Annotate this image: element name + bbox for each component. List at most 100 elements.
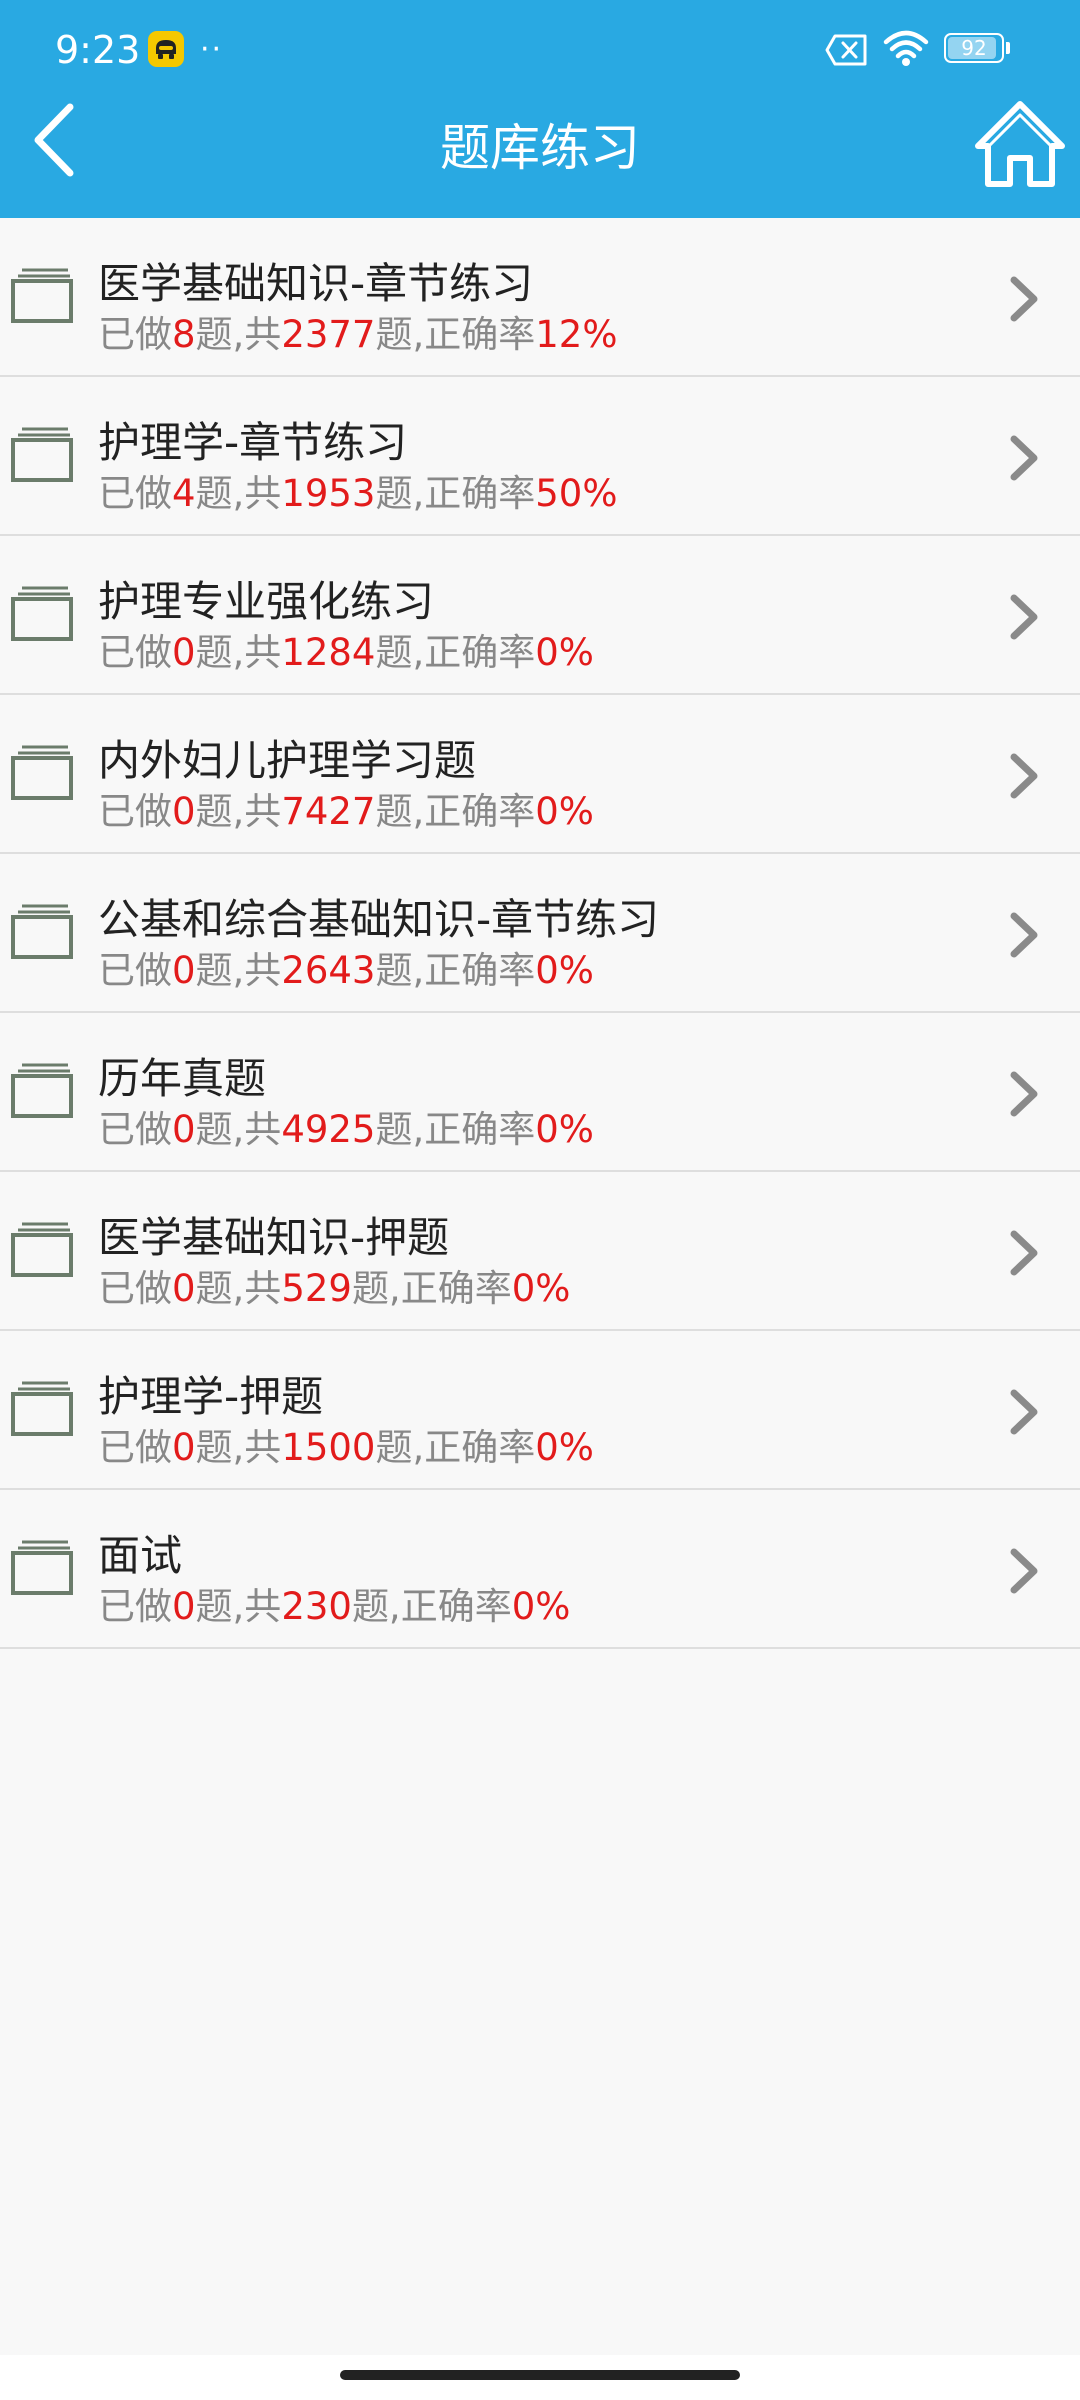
list-item[interactable]: 护理学-押题 已做0题,共1500题,正确率0% [0, 1331, 1080, 1490]
accuracy-rate: 0% [535, 631, 594, 674]
total-suffix: 题,正确率 [375, 313, 536, 356]
item-stats: 已做0题,共230题,正确率0% [98, 1582, 570, 1632]
battery-level: 92 [961, 36, 987, 60]
done-prefix: 已做 [98, 1108, 172, 1151]
folder-icon [10, 266, 74, 328]
item-stats: 已做0题,共2643题,正确率0% [98, 946, 594, 996]
total-count: 7427 [281, 790, 376, 833]
sim-x-icon [825, 34, 867, 66]
item-title: 医学基础知识-章节练习 [98, 259, 534, 308]
done-count: 4 [172, 472, 196, 515]
item-stats: 已做0题,共1284题,正确率0% [98, 628, 594, 678]
list-item[interactable]: 医学基础知识-章节练习 已做8题,共2377题,正确率12% [0, 218, 1080, 377]
done-prefix: 已做 [98, 1267, 172, 1310]
item-title: 护理学-押题 [98, 1372, 324, 1421]
accuracy-rate: 0% [511, 1267, 571, 1310]
list-item[interactable]: 护理专业强化练习 已做0题,共1284题,正确率0% [0, 536, 1080, 695]
item-title: 公基和综合基础知识-章节练习 [98, 895, 660, 944]
chevron-right-icon [1004, 751, 1044, 805]
done-count: 0 [172, 1426, 196, 1469]
accuracy-rate: 0% [511, 1585, 571, 1628]
chevron-right-icon [1004, 592, 1044, 646]
total-count: 2643 [281, 949, 376, 992]
done-prefix: 已做 [98, 631, 172, 674]
done-suffix: 题,共 [195, 1267, 282, 1310]
accuracy-rate: 12% [535, 313, 618, 356]
total-count: 4925 [281, 1108, 376, 1151]
chevron-right-icon [1004, 1546, 1044, 1600]
home-button[interactable] [970, 96, 1070, 196]
total-suffix: 题,正确率 [375, 631, 536, 674]
done-prefix: 已做 [98, 1585, 172, 1628]
list-item[interactable]: 内外妇儿护理学习题 已做0题,共7427题,正确率0% [0, 695, 1080, 854]
chevron-right-icon [1004, 433, 1044, 487]
status-bar: 9:23 ·· 92 [0, 0, 1080, 100]
total-count: 1284 [281, 631, 376, 674]
total-suffix: 题,正确率 [351, 1267, 512, 1310]
done-suffix: 题,共 [195, 313, 282, 356]
chevron-right-icon [1004, 274, 1044, 328]
folder-icon [10, 1220, 74, 1282]
wifi-icon [883, 30, 929, 66]
total-count: 1953 [281, 472, 376, 515]
done-count: 0 [172, 949, 196, 992]
list-item[interactable]: 面试 已做0题,共230题,正确率0% [0, 1490, 1080, 1649]
done-count: 0 [172, 790, 196, 833]
home-indicator[interactable] [340, 2370, 740, 2380]
done-count: 0 [172, 631, 196, 674]
done-prefix: 已做 [98, 472, 172, 515]
done-suffix: 题,共 [195, 1108, 282, 1151]
total-suffix: 题,正确率 [375, 790, 536, 833]
list-item[interactable]: 医学基础知识-押题 已做0题,共529题,正确率0% [0, 1172, 1080, 1331]
folder-icon [10, 584, 74, 646]
chevron-right-icon [1004, 1387, 1044, 1441]
total-count: 230 [281, 1585, 352, 1628]
status-dots: ·· [200, 32, 224, 67]
accuracy-rate: 0% [535, 1426, 594, 1469]
item-title: 历年真题 [98, 1054, 267, 1103]
done-prefix: 已做 [98, 790, 172, 833]
folder-icon [10, 425, 74, 487]
battery-icon: 92 [944, 33, 1010, 63]
item-title: 护理学-章节练习 [98, 418, 408, 467]
app-header: 9:23 ·· 92 题库练习 [0, 0, 1080, 218]
total-suffix: 题,正确率 [375, 472, 536, 515]
done-suffix: 题,共 [195, 472, 282, 515]
list-item[interactable]: 护理学-章节练习 已做4题,共1953题,正确率50% [0, 377, 1080, 536]
accuracy-rate: 50% [535, 472, 618, 515]
chevron-right-icon [1004, 910, 1044, 964]
done-suffix: 题,共 [195, 1426, 282, 1469]
total-suffix: 题,正确率 [351, 1585, 512, 1628]
item-stats: 已做0题,共7427题,正确率0% [98, 787, 594, 837]
total-count: 2377 [281, 313, 376, 356]
question-bank-list: 医学基础知识-章节练习 已做8题,共2377题,正确率12% 护理学-章节练习 已做4… [0, 218, 1080, 1649]
page-title: 题库练习 [440, 119, 640, 177]
done-prefix: 已做 [98, 1426, 172, 1469]
done-suffix: 题,共 [195, 790, 282, 833]
app-notification-icon [148, 31, 184, 67]
done-suffix: 题,共 [195, 631, 282, 674]
done-count: 0 [172, 1585, 196, 1628]
item-title: 护理专业强化练习 [98, 577, 435, 626]
done-prefix: 已做 [98, 313, 172, 356]
done-count: 0 [172, 1108, 196, 1151]
done-suffix: 题,共 [195, 949, 282, 992]
item-title: 面试 [98, 1531, 183, 1580]
item-stats: 已做8题,共2377题,正确率12% [98, 310, 618, 360]
list-item[interactable]: 历年真题 已做0题,共4925题,正确率0% [0, 1013, 1080, 1172]
list-item[interactable]: 公基和综合基础知识-章节练习 已做0题,共2643题,正确率0% [0, 854, 1080, 1013]
item-stats: 已做4题,共1953题,正确率50% [98, 469, 618, 519]
done-count: 0 [172, 1267, 196, 1310]
chevron-right-icon [1004, 1069, 1044, 1123]
total-count: 529 [281, 1267, 352, 1310]
chevron-right-icon [1004, 1228, 1044, 1282]
accuracy-rate: 0% [535, 1108, 594, 1151]
accuracy-rate: 0% [535, 790, 594, 833]
folder-icon [10, 902, 74, 964]
status-time: 9:23 [55, 28, 141, 72]
item-title: 医学基础知识-押题 [98, 1213, 450, 1262]
accuracy-rate: 0% [535, 949, 594, 992]
item-stats: 已做0题,共529题,正确率0% [98, 1264, 570, 1314]
folder-icon [10, 1379, 74, 1441]
folder-icon [10, 743, 74, 805]
